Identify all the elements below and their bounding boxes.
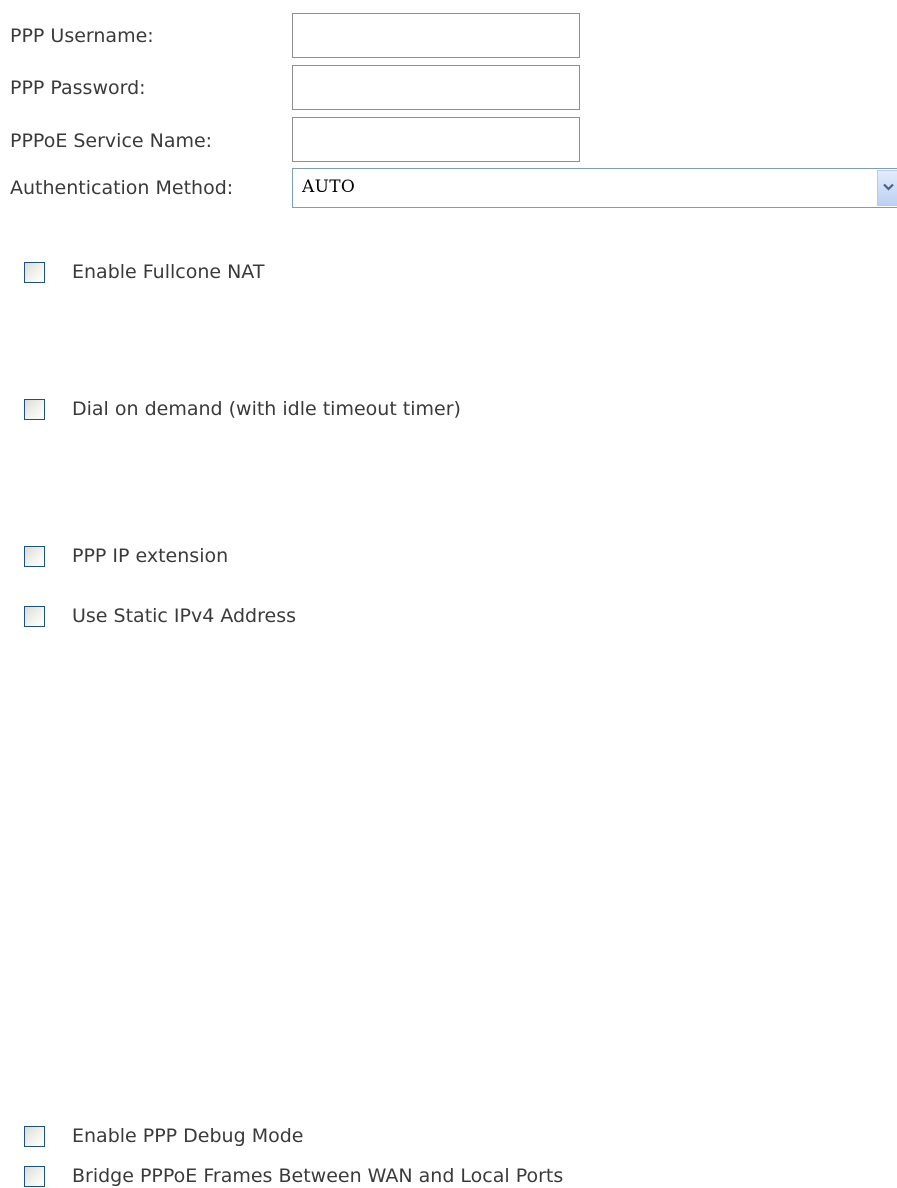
fullcone-nat-checkbox[interactable]	[24, 262, 45, 283]
auth-method-select[interactable]: AUTO	[292, 168, 897, 208]
ppp-debug-label: Enable PPP Debug Mode	[72, 1125, 304, 1147]
static-ipv4-label: Use Static IPv4 Address	[72, 605, 297, 627]
fullcone-nat-label: Enable Fullcone NAT	[72, 261, 265, 283]
chevron-down-icon	[883, 183, 894, 191]
pppoe-service-name-label: PPPoE Service Name:	[10, 130, 213, 152]
ppp-ip-extension-label: PPP IP extension	[72, 545, 229, 567]
bridge-pppoe-label: Bridge PPPoE Frames Between WAN and Loca…	[72, 1165, 564, 1187]
static-ipv4-checkbox[interactable]	[24, 606, 45, 627]
auth-method-label: Authentication Method:	[10, 177, 234, 199]
auth-method-selected-value: AUTO	[302, 177, 356, 197]
ppp-username-input[interactable]	[292, 13, 580, 58]
bridge-pppoe-checkbox[interactable]	[24, 1166, 45, 1187]
ppp-username-label: PPP Username:	[10, 25, 154, 47]
dial-on-demand-label: Dial on demand (with idle timeout timer)	[72, 398, 461, 420]
ppp-ip-extension-checkbox[interactable]	[24, 546, 45, 567]
ppp-password-input[interactable]	[292, 65, 580, 110]
dropdown-arrow-button[interactable]	[877, 170, 897, 206]
ppp-password-label: PPP Password:	[10, 77, 146, 99]
pppoe-service-name-input[interactable]	[292, 117, 580, 162]
ppp-debug-checkbox[interactable]	[24, 1126, 45, 1147]
dial-on-demand-checkbox[interactable]	[24, 399, 45, 420]
